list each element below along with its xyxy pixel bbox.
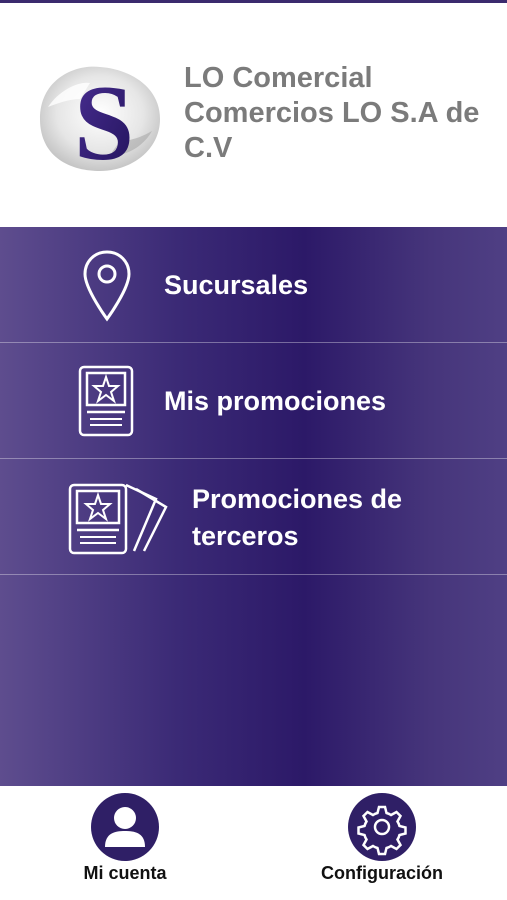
menu-item-label-line-2: terceros (192, 521, 299, 551)
tab-mi-cuenta[interactable]: Mi cuenta (25, 786, 225, 900)
menu-item-label: Sucursales (164, 270, 309, 300)
menu-item-sucursales[interactable]: Sucursales (0, 227, 507, 343)
menu-item-label: Mis promociones (164, 386, 387, 416)
gear-icon (348, 793, 416, 861)
main-menu: Sucursales Mis promociones Promociones d… (0, 227, 507, 786)
menu-item-label: Promociones de terceros (192, 481, 402, 555)
menu-item-label-line-1: Promociones de (192, 484, 403, 514)
header: S LO Comercial Comercios LO S.A de C.V (0, 3, 507, 227)
company-name: LO Comercial Comercios LO S.A de C.V (184, 61, 494, 166)
tab-label: Mi cuenta (83, 863, 167, 883)
tab-configuracion[interactable]: Configuración (282, 786, 482, 900)
promotion-card-icon (78, 365, 134, 437)
company-logo: S (30, 59, 168, 183)
tab-label: Configuración (321, 863, 443, 883)
user-icon (91, 793, 159, 861)
location-pin-icon (83, 250, 131, 322)
menu-item-mis-promociones[interactable]: Mis promociones (0, 343, 507, 459)
company-name-line-2: Comercios LO S.A de (184, 97, 480, 129)
promotion-cards-stack-icon (68, 483, 168, 555)
company-name-line-3: C.V (184, 132, 233, 164)
company-name-line-1: LO Comercial (184, 62, 373, 94)
menu-item-promociones-terceros[interactable]: Promociones de terceros (0, 459, 507, 575)
logo-letter: S (74, 64, 134, 177)
bottom-navigation: Mi cuenta Configuración (0, 786, 507, 900)
